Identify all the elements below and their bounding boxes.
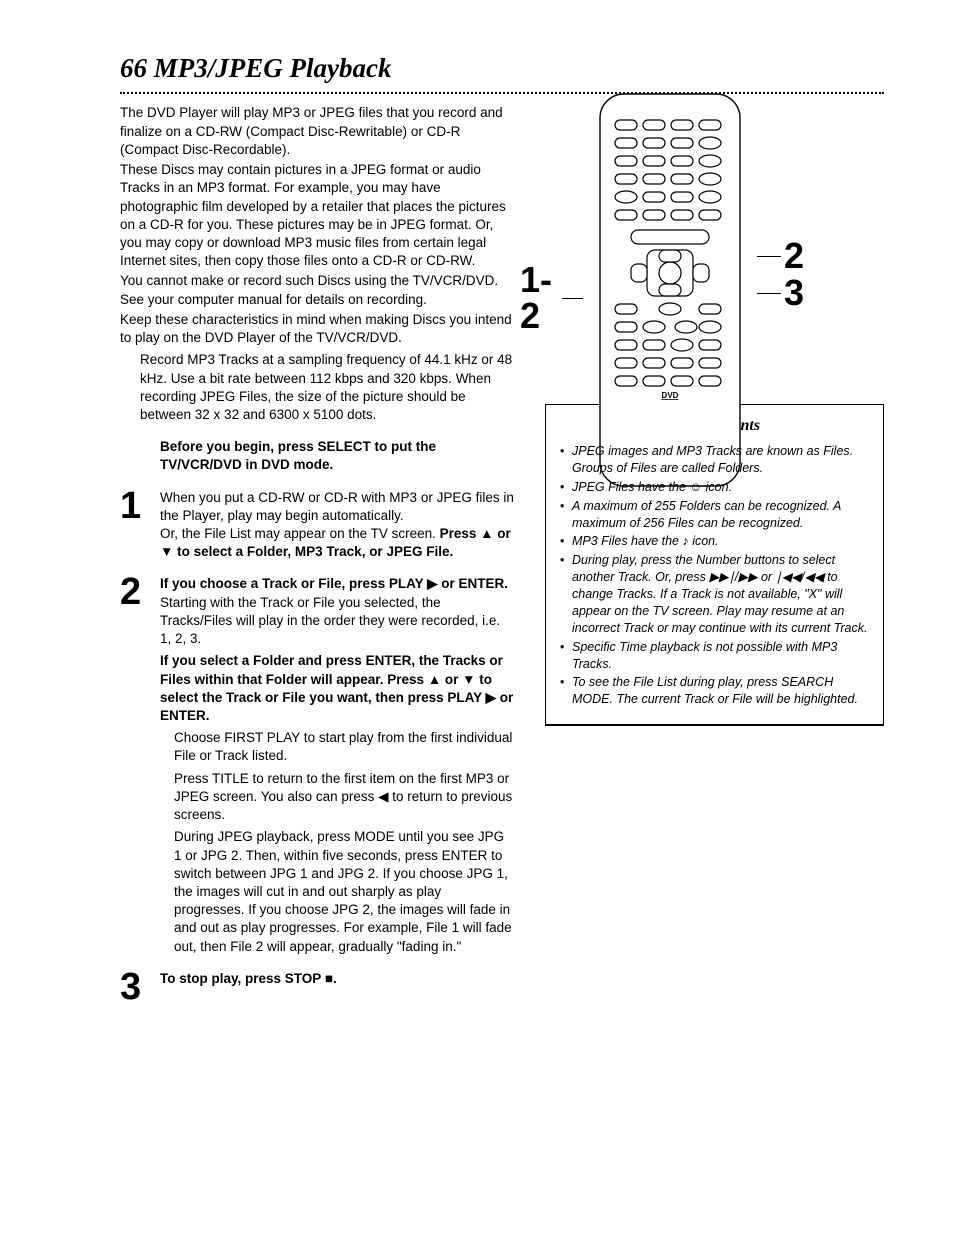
hint-item: During play, press the Number buttons to… [560, 552, 869, 636]
remote-illustration: 1-2 2 3 [585, 90, 755, 495]
intro-p4: Keep these characteristics in mind when … [120, 311, 515, 347]
left-column: The DVD Player will play MP3 or JPEG fil… [120, 104, 515, 1018]
hint-item: JPEG images and MP3 Tracks are known as … [560, 443, 869, 477]
title-text: MP3/JPEG Playback [154, 53, 392, 83]
page-number: 66 [120, 53, 147, 83]
hint-item: MP3 Files have the ♪ icon. [560, 533, 869, 550]
hint-item: Specific Time playback is not possible w… [560, 639, 869, 673]
intro-p2: These Discs may contain pictures in a JP… [120, 161, 515, 270]
step2-d: Press TITLE to return to the first item … [174, 770, 515, 825]
two-column-layout: The DVD Player will play MP3 or JPEG fil… [120, 104, 884, 1018]
step2-b-bold: If you select a Folder and press ENTER, … [160, 653, 513, 723]
hints-list: JPEG images and MP3 Tracks are known as … [560, 443, 869, 708]
step3-a-bold: To stop play, press STOP ■. [160, 971, 337, 986]
step2-a-bold: If you choose a Track or File, press PLA… [160, 576, 508, 591]
svg-text:DVD: DVD [662, 391, 679, 400]
intro-p3: You cannot make or record such Discs usi… [120, 272, 515, 308]
step2-a-rest: Starting with the Track or File you sele… [160, 595, 500, 646]
hint-item: A maximum of 255 Folders can be recogniz… [560, 498, 869, 532]
hint-item: To see the File List during play, press … [560, 674, 869, 708]
step2-e: During JPEG playback, press MODE until y… [174, 828, 515, 956]
intro-text: The DVD Player will play MP3 or JPEG fil… [120, 104, 515, 424]
step1-text-b: Or, the File List may appear on the TV s… [160, 526, 440, 541]
callout-3: 3 [757, 275, 804, 311]
hint-item: JPEG Files have the ☺ icon. [560, 479, 869, 496]
step-3: 3 To stop play, press STOP ■. [120, 970, 515, 1004]
callout-2: 2 [757, 238, 804, 274]
intro-p1: The DVD Player will play MP3 or JPEG fil… [120, 104, 515, 159]
step-body: If you choose a Track or File, press PLA… [160, 575, 515, 955]
remote-svg: DVD [585, 90, 755, 490]
step-body: When you put a CD-RW or CD-R with MP3 or… [160, 489, 515, 562]
step-number: 2 [120, 575, 148, 955]
helpful-hints-box: Helpful Hints JPEG images and MP3 Tracks… [545, 404, 884, 726]
intro-p5: Record MP3 Tracks at a sampling frequenc… [140, 351, 515, 424]
before-begin-note: Before you begin, press SELECT to put th… [160, 438, 515, 474]
page-title: 66 MP3/JPEG Playback [120, 50, 884, 86]
step1-text-a: When you put a CD-RW or CD-R with MP3 or… [160, 490, 514, 523]
step2-c: Choose FIRST PLAY to start play from the… [174, 729, 515, 765]
step-number: 3 [120, 970, 148, 1004]
divider-dotted [120, 92, 884, 94]
step-1: 1 When you put a CD-RW or CD-R with MP3 … [120, 489, 515, 562]
callout-1-2: 1-2 [520, 262, 583, 334]
step-body: To stop play, press STOP ■. [160, 970, 515, 1004]
right-column: 1-2 2 3 [545, 104, 884, 1018]
step-number: 1 [120, 489, 148, 562]
step-2: 2 If you choose a Track or File, press P… [120, 575, 515, 955]
